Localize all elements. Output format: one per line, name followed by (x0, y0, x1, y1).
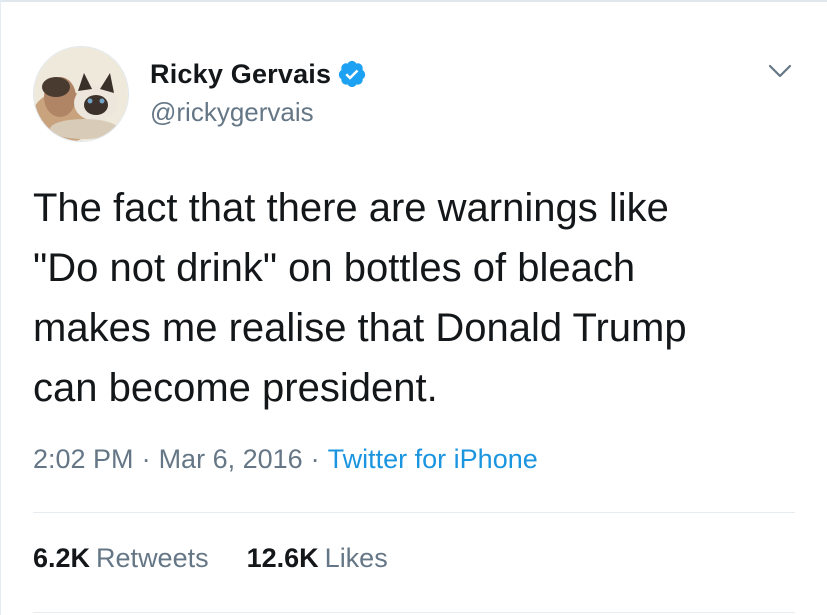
author-display-name[interactable]: Ricky Gervais (150, 59, 331, 90)
tweet-date[interactable]: Mar 6, 2016 (159, 444, 303, 474)
divider (33, 612, 795, 613)
chevron-down-icon[interactable] (765, 58, 795, 84)
retweets-label: Retweets (96, 543, 209, 573)
retweets-count: 6.2K (33, 543, 91, 573)
likes-label: Likes (324, 543, 388, 573)
meta-separator: · (310, 444, 320, 474)
tweet-text: The fact that there are warnings like "D… (33, 186, 687, 410)
tweet-source-link[interactable]: Twitter for iPhone (328, 444, 538, 474)
divider (33, 512, 795, 513)
tweet-metadata: 2:02 PM · Mar 6, 2016 · Twitter for iPhone (33, 444, 538, 475)
tweet-card: Ricky Gervais @rickygervais The fact tha… (0, 0, 827, 615)
author-name-row[interactable]: Ricky Gervais (150, 58, 367, 90)
retweets-stat[interactable]: 6.2K Retweets (33, 543, 209, 574)
profile-avatar[interactable] (33, 46, 129, 142)
author-handle[interactable]: @rickygervais (150, 97, 314, 128)
likes-count: 12.6K (246, 543, 319, 573)
avatar-image (34, 47, 128, 141)
tweet-stats: 6.2K Retweets 12.6K Likes (33, 543, 426, 574)
tweet-time[interactable]: 2:02 PM (33, 444, 134, 474)
meta-separator: · (141, 444, 151, 474)
likes-stat[interactable]: 12.6K Likes (247, 543, 388, 574)
verified-badge-icon (339, 60, 366, 88)
